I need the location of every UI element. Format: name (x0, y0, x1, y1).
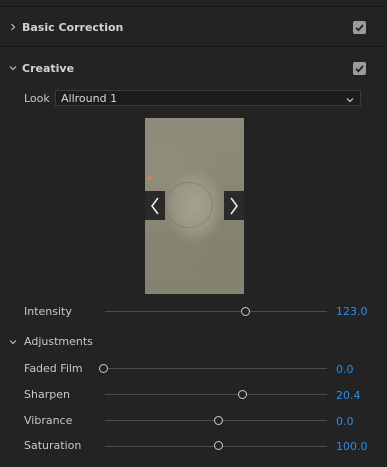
adjustment-label: Sharpen (24, 388, 70, 401)
enable-checkbox[interactable] (353, 20, 366, 34)
previous-look-button[interactable] (145, 191, 165, 220)
chevron-right-icon (230, 197, 238, 214)
chevron-down-icon[interactable] (8, 337, 18, 347)
intensity-slider[interactable] (105, 311, 327, 312)
chevron-down-icon[interactable] (8, 63, 18, 73)
next-look-button[interactable] (224, 191, 244, 220)
sharpen-slider-thumb[interactable] (238, 390, 247, 399)
section-header-basic-correction[interactable]: Basic Correction (0, 17, 387, 37)
adjustments-header[interactable]: Adjustments (24, 335, 93, 348)
adjustment-label: Saturation (24, 439, 82, 452)
sharpen-slider[interactable] (105, 394, 327, 395)
preview-spot (146, 176, 153, 180)
look-label: Look (24, 92, 50, 105)
faded-film-value[interactable]: 0.0 (336, 363, 354, 376)
section-header-creative[interactable]: Creative (0, 58, 387, 78)
intensity-label: Intensity (24, 305, 72, 318)
chevron-left-icon (151, 197, 159, 214)
lumetri-panel: Basic Correction Creative Look Allround … (0, 0, 387, 467)
sharpen-value[interactable]: 20.4 (336, 389, 361, 402)
chevron-right-icon[interactable] (8, 22, 18, 32)
chevron-down-icon (346, 94, 354, 103)
vibrance-slider-thumb[interactable] (214, 416, 223, 425)
divider (0, 46, 387, 47)
checkmark-icon (355, 23, 364, 32)
section-title: Basic Correction (22, 20, 124, 34)
intensity-value[interactable]: 123.0 (336, 305, 368, 318)
saturation-value[interactable]: 100.0 (336, 440, 368, 453)
divider (0, 6, 387, 7)
adjustment-label: Vibrance (24, 414, 73, 427)
faded-film-slider[interactable] (105, 368, 327, 369)
look-value: Allround 1 (61, 91, 118, 105)
saturation-slider-thumb[interactable] (214, 441, 223, 450)
look-dropdown[interactable]: Allround 1 (55, 90, 361, 106)
section-title: Creative (22, 61, 75, 75)
enable-checkbox[interactable] (353, 61, 366, 75)
preview-shape (165, 182, 213, 228)
adjustment-label: Faded Film (24, 362, 83, 375)
vibrance-value[interactable]: 0.0 (336, 415, 354, 428)
intensity-slider-thumb[interactable] (241, 307, 250, 316)
checkmark-icon (355, 64, 364, 73)
faded-film-slider-thumb[interactable] (99, 364, 108, 373)
